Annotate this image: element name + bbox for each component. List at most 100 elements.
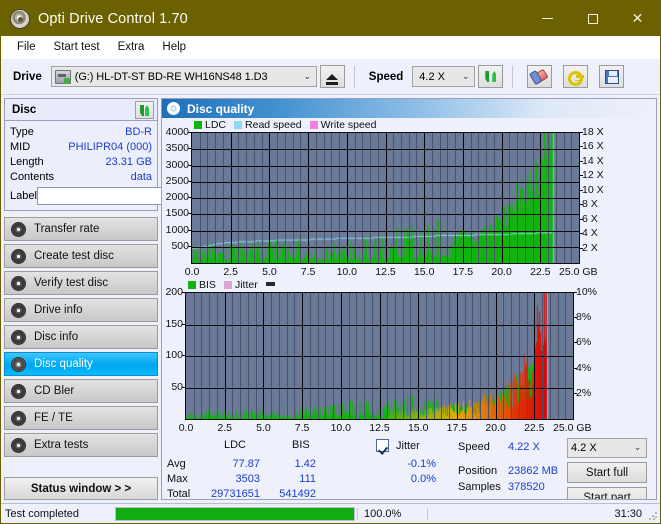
elapsed-time: 31:30 (427, 507, 660, 520)
sidebar-item-drive-info[interactable]: Drive info (4, 298, 158, 322)
x-axis-tick-label: 17.5 (446, 422, 468, 434)
y2-axis-tick-label: 2% (576, 386, 592, 399)
disc-icon (11, 383, 26, 399)
key-button[interactable] (563, 65, 589, 88)
maximize-button[interactable] (570, 1, 615, 36)
resize-grip[interactable] (648, 511, 658, 521)
sidebar-item-disc-info[interactable]: Disc info (4, 325, 158, 349)
sidebar-item-label: Drive info (34, 304, 83, 316)
stats-col-ldc: LDC (224, 439, 247, 451)
legend-label: Jitter (234, 279, 258, 291)
y2-axis-tick-mark (580, 190, 583, 191)
x-axis-tick-label: 15.0 (413, 266, 435, 278)
y2-axis-tick-mark (580, 175, 583, 176)
disc-icon (11, 410, 26, 426)
start-part-button[interactable]: Start part (567, 487, 647, 499)
sidebar-item-extra-tests[interactable]: Extra tests (4, 433, 158, 457)
ldc-plot-area[interactable] (191, 132, 580, 264)
legend-label: Write speed (320, 119, 377, 131)
eject-button[interactable] (319, 65, 345, 88)
y-axis-tick-mark (188, 246, 191, 247)
chevron-down-icon: ⌄ (303, 71, 312, 82)
stats-panel: LDC BIS Jitter Avg 77.87 1.42 -0.1% Max … (162, 436, 656, 499)
y-axis-tick-mark (182, 292, 185, 293)
sidebar-item-disc-quality[interactable]: Disc quality (4, 352, 158, 376)
x-axis-tick-label: 10.0 (330, 422, 352, 434)
y-axis-tick-mark (188, 132, 191, 133)
disc-icon (11, 329, 26, 345)
legend-ldc: LDC (194, 119, 226, 131)
stats-max-bis: 111 (299, 473, 316, 485)
jitter-checkbox[interactable] (376, 439, 389, 452)
nav-list: Transfer rate Create test disc Verify te… (4, 217, 158, 457)
y2-axis-tick-label: 8 X (582, 198, 598, 211)
app-disc-icon (10, 8, 30, 29)
ldc-chart-legend: LDC Read speed Write speed (194, 119, 381, 131)
stats-max-jitter: 0.0% (410, 473, 436, 485)
x-axis-tick-label: 12.5 (375, 266, 396, 278)
stats-row-avg-label: Avg (167, 458, 186, 470)
menu-help[interactable]: Help (153, 38, 195, 56)
toolbar-divider-1 (353, 65, 355, 88)
disc-row-type: Type BD-R (10, 124, 152, 139)
y-axis-tick-label: 1000 (165, 223, 189, 236)
chevron-down-icon: ⌄ (462, 71, 470, 82)
sidebar-item-verify-test-disc[interactable]: Verify test disc (4, 271, 158, 295)
sidebar-item-label: Disc quality (34, 358, 93, 370)
disc-mid-value: PHILIPR04 (000) (68, 140, 152, 153)
close-button[interactable]: ✕ (615, 1, 660, 36)
sidebar-item-transfer-rate[interactable]: Transfer rate (4, 217, 158, 241)
x-axis-tick-label: 10.0 (336, 266, 358, 278)
x-axis-tick-label: 2.5 (223, 266, 238, 278)
drive-select[interactable]: (G:) HL-DT-ST BD-RE WH16NS48 1.D3 ⌄ (50, 66, 317, 87)
gridline-horizontal (192, 198, 579, 199)
gridline-horizontal (192, 214, 579, 215)
disc-label-label: Label (10, 190, 37, 202)
menu-extra[interactable]: Extra (109, 38, 154, 56)
status-window-button[interactable]: Status window > > (4, 477, 158, 500)
sidebar-item-cd-bler[interactable]: CD Bler (4, 379, 158, 403)
save-button[interactable] (599, 65, 625, 88)
test-speed-select-value: 4.2 X (571, 442, 597, 454)
bis-chart-legend: BIS Jitter (188, 279, 275, 291)
y2-axis-tick-mark (574, 368, 577, 369)
x-axis-tick-label: 22.5 (530, 266, 551, 278)
disc-info-panel: Disc Type BD-R MID PHILIPR04 (000) Lengt… (4, 98, 239, 211)
disc-icon (11, 275, 26, 291)
y2-axis-tick-label: 6 X (582, 212, 598, 225)
disc-row-length: Length 23.31 GB (10, 154, 152, 169)
speed-select[interactable]: 4.2 X ⌄ (412, 66, 476, 87)
start-full-button[interactable]: Start full (567, 462, 647, 483)
menu-file[interactable]: File (8, 38, 45, 56)
window-controls: ✕ (525, 1, 660, 36)
x-axis-tick-label: 7.5 (300, 266, 316, 278)
y2-axis-tick-mark (580, 146, 583, 147)
y-axis-tick-label: 100 (165, 349, 183, 361)
gridline-horizontal (192, 247, 579, 248)
erase-button[interactable] (527, 65, 553, 88)
menu-start-test[interactable]: Start test (45, 38, 109, 56)
y-axis-tick-mark (188, 165, 191, 166)
y2-axis-tick-label: 4 X (582, 227, 598, 240)
x-axis-tick-label: 7.5 (294, 422, 310, 434)
stats-avg-jitter: -0.1% (407, 458, 436, 470)
y2-axis-tick-mark (580, 161, 583, 162)
refresh-button[interactable] (478, 65, 504, 88)
bis-plot-area[interactable] (185, 292, 574, 420)
disc-panel-header: Disc (5, 99, 157, 121)
gridline-major (579, 133, 580, 263)
y-axis-tick-label: 150 (165, 317, 183, 330)
y2-axis-tick-mark (574, 342, 577, 343)
y-axis-tick-label: 2500 (165, 174, 189, 187)
test-speed-select[interactable]: 4.2 X ⌄ (567, 438, 647, 458)
sidebar-item-label: Verify test disc (34, 277, 109, 289)
disc-refresh-button[interactable] (135, 100, 154, 119)
sidebar-item-fe-te[interactable]: FE / TE (4, 406, 158, 430)
minimize-button[interactable] (525, 1, 570, 36)
sidebar-item-create-test-disc[interactable]: Create test disc (4, 244, 158, 268)
legend-write-speed: Write speed (309, 119, 377, 131)
y2-axis-tick-mark (580, 248, 583, 249)
stats-avg-bis: 1.42 (294, 458, 316, 470)
y-axis-tick-mark (182, 387, 185, 388)
